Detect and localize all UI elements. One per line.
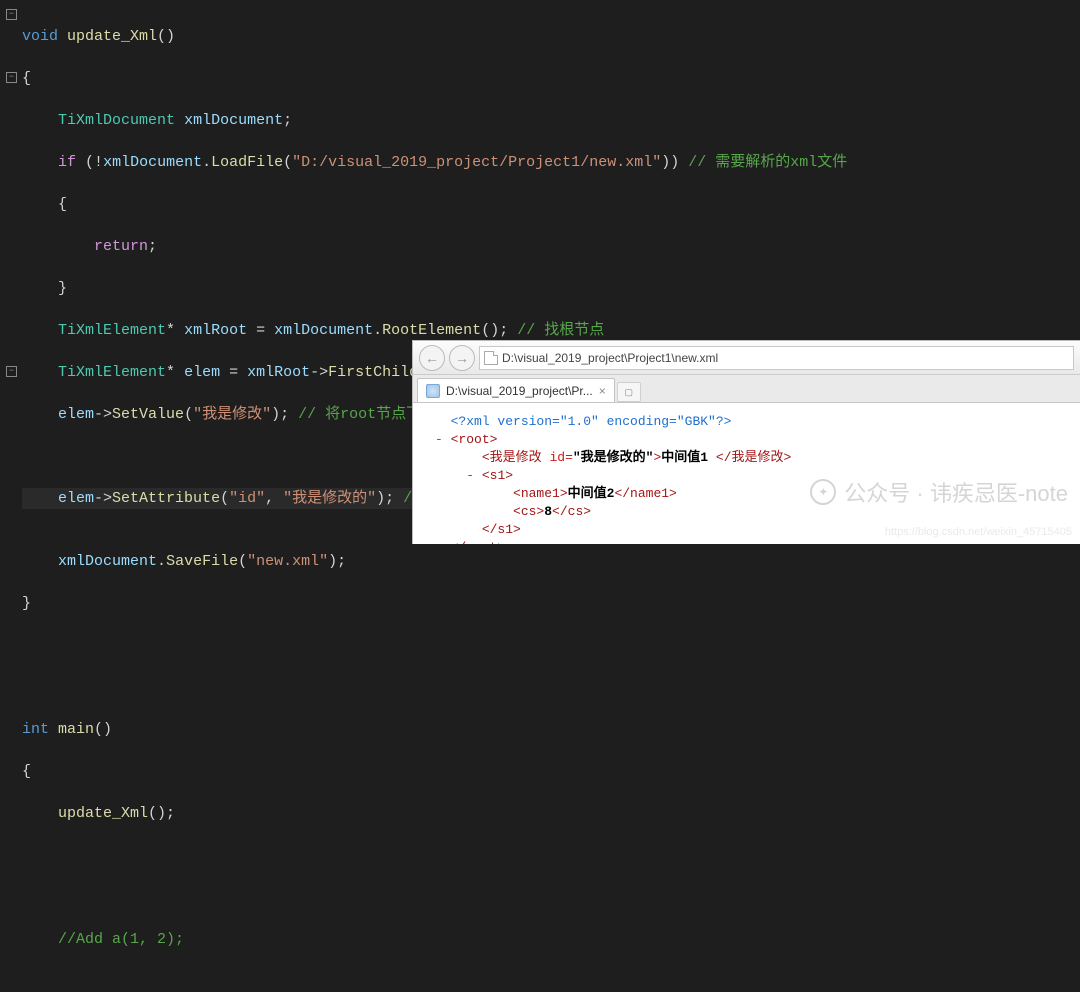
tab-title: D:\visual_2019_project\Pr... (446, 384, 593, 398)
url-watermark: https://blog.csdn.net/weixin_45715405 (885, 526, 1072, 538)
code-line: { (22, 68, 1080, 89)
code-line: update_Xml(); (22, 803, 1080, 824)
xml-line: <我是修改 id="我是修改的">中间值1 </我是修改> (435, 449, 1058, 467)
code-line: } (22, 593, 1080, 614)
xml-line: </root> (435, 539, 1058, 544)
fold-toggle[interactable]: − (6, 366, 17, 377)
code-line: { (22, 761, 1080, 782)
fold-gutter: − − − (0, 0, 22, 544)
code-line: TiXmlElement* xmlRoot = xmlDocument.Root… (22, 320, 1080, 341)
code-line (22, 845, 1080, 866)
code-line: { (22, 194, 1080, 215)
browser-page[interactable]: <?xml version="1.0" encoding="GBK"?> - <… (413, 403, 1080, 544)
code-line: } (22, 278, 1080, 299)
xml-line: - <root> (435, 431, 1058, 449)
ie-icon (426, 384, 440, 398)
code-line (22, 677, 1080, 698)
wechat-icon: ✦ (810, 479, 836, 505)
code-line: void update_Xml() (22, 26, 1080, 47)
address-bar[interactable]: D:\visual_2019_project\Project1\new.xml (479, 346, 1074, 370)
code-line: xmlDocument.SaveFile("new.xml"); (22, 551, 1080, 572)
code-line (22, 887, 1080, 908)
tab-bar: D:\visual_2019_project\Pr... × ▢ (413, 375, 1080, 403)
code-line: int main() (22, 719, 1080, 740)
code-line: TiXmlDocument xmlDocument; (22, 110, 1080, 131)
code-line: return; (22, 236, 1080, 257)
close-icon[interactable]: × (599, 384, 606, 398)
code-line: if (!xmlDocument.LoadFile("D:/visual_201… (22, 152, 1080, 173)
forward-button[interactable]: → (449, 345, 475, 371)
code-line: //Add a(1, 2); (22, 929, 1080, 950)
back-button[interactable]: ← (419, 345, 445, 371)
browser-navbar: ← → D:\visual_2019_project\Project1\new.… (413, 341, 1080, 375)
new-tab-button[interactable]: ▢ (617, 382, 641, 402)
file-icon (484, 351, 498, 365)
fold-toggle[interactable]: − (6, 9, 17, 20)
fold-toggle[interactable]: − (6, 72, 17, 83)
browser-window: ← → D:\visual_2019_project\Project1\new.… (412, 340, 1080, 544)
watermark: ✦ 公众号 · 讳疾忌医-note (810, 476, 1068, 508)
code-line (22, 635, 1080, 656)
xml-line: <?xml version="1.0" encoding="GBK"?> (435, 413, 1058, 431)
address-text: D:\visual_2019_project\Project1\new.xml (502, 351, 718, 365)
browser-tab[interactable]: D:\visual_2019_project\Pr... × (417, 378, 615, 402)
